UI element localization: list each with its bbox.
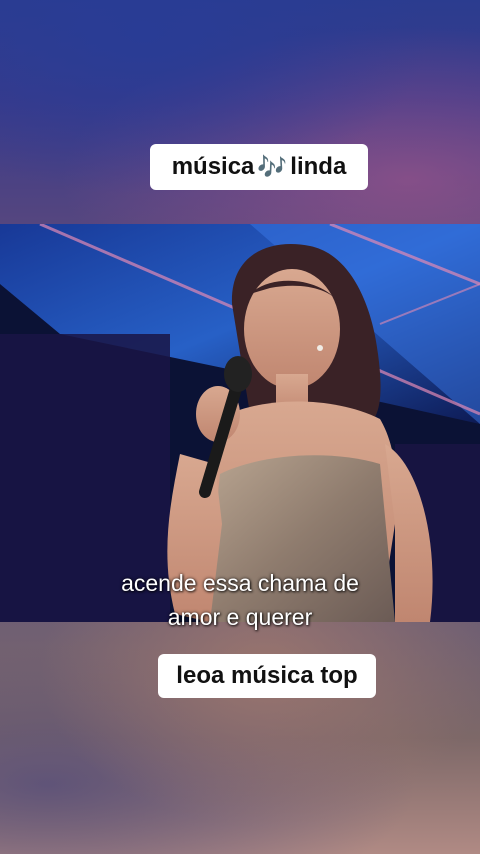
concert-scene xyxy=(0,224,480,622)
blurred-background-top xyxy=(0,0,480,224)
caption-line-2: amor e querer xyxy=(167,604,313,630)
lyrics-caption: acende essa chama de amor e querer xyxy=(60,566,420,634)
sticker-top-text-before: música xyxy=(171,153,255,180)
sticker-bottom-text: leoa música top xyxy=(176,662,358,689)
text-sticker-bottom: leoa música top xyxy=(158,654,376,698)
video-frame[interactable] xyxy=(0,224,480,622)
sticker-top-text-after: linda xyxy=(290,153,347,180)
text-sticker-top: música 🎶 linda xyxy=(150,144,368,190)
caption-line-1: acende essa chama de xyxy=(121,570,359,596)
musical-notes-icon: 🎶 xyxy=(257,153,288,181)
